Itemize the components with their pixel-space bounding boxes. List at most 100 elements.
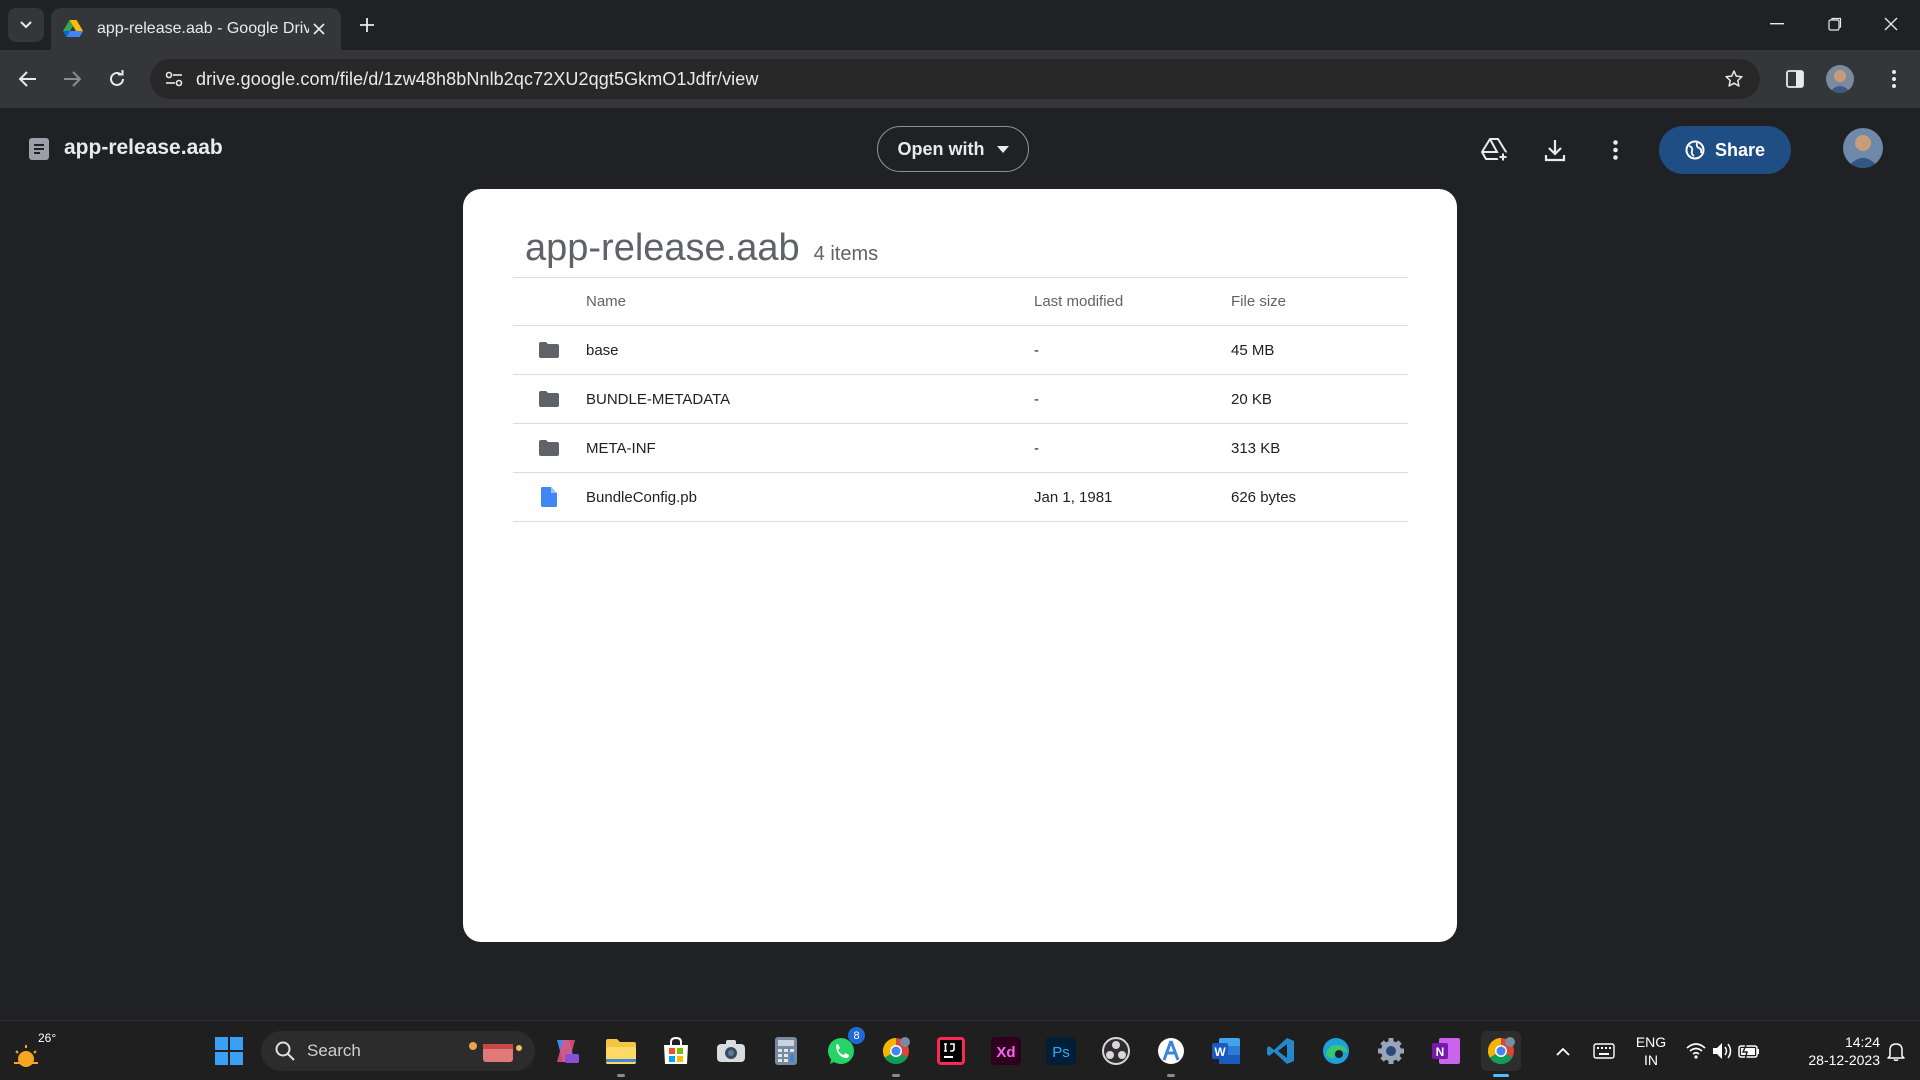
weather-temperature: 26° xyxy=(38,1031,57,1045)
more-actions-button[interactable] xyxy=(1599,134,1631,166)
side-panel-icon xyxy=(1786,70,1804,88)
weather-widget[interactable]: 26° xyxy=(10,1031,57,1071)
row-name: BUNDLE-METADATA xyxy=(586,390,731,408)
show-hidden-icons-button[interactable] xyxy=(1551,1031,1575,1071)
microsoft-store-icon[interactable] xyxy=(656,1031,696,1071)
row-last-modified: Jan 1, 1981 xyxy=(1034,488,1113,506)
browser-tab-strip: app-release.aab - Google Drive xyxy=(0,0,1920,50)
chrome-profile-icon[interactable] xyxy=(876,1031,916,1077)
input-language-indicator[interactable]: ENG IN xyxy=(1628,1033,1674,1069)
table-row[interactable]: BundleConfig.pb Jan 1, 1981 626 bytes xyxy=(513,473,1408,522)
account-avatar[interactable] xyxy=(1843,128,1883,168)
svg-text:Xd: Xd xyxy=(996,1044,1015,1061)
notification-badge: 8 xyxy=(848,1027,865,1044)
browser-menu-button[interactable] xyxy=(1878,63,1910,95)
folder-icon xyxy=(537,326,561,374)
more-vert-icon xyxy=(1612,140,1618,160)
profile-avatar[interactable] xyxy=(1826,65,1854,93)
clock-date: 28-12-2023 xyxy=(1808,1052,1880,1068)
forward-button[interactable] xyxy=(56,63,88,95)
clock[interactable]: 14:24 28-12-2023 xyxy=(1774,1033,1880,1069)
windows-logo-icon xyxy=(215,1037,243,1065)
browser-tab[interactable]: app-release.aab - Google Drive xyxy=(51,8,341,50)
drive-viewer-header: app-release.aab Open with Share xyxy=(0,108,1920,192)
adobe-xd-icon[interactable]: Xd xyxy=(986,1031,1026,1071)
add-shortcut-to-drive-button[interactable] xyxy=(1479,134,1511,166)
table-row[interactable]: BUNDLE-METADATA - 20 KB xyxy=(513,375,1408,424)
row-last-modified: - xyxy=(1034,341,1039,359)
whatsapp-icon[interactable]: 8 xyxy=(821,1027,865,1071)
archive-title: app-release.aab xyxy=(525,227,800,269)
close-window-button[interactable] xyxy=(1862,0,1920,48)
settings-icon[interactable] xyxy=(1371,1031,1411,1071)
google-chrome-icon[interactable] xyxy=(1481,1031,1521,1077)
file-name-title: app-release.aab xyxy=(64,136,223,159)
download-button[interactable] xyxy=(1539,134,1571,166)
svg-text:N: N xyxy=(1436,1045,1445,1059)
back-button[interactable] xyxy=(12,63,44,95)
touch-keyboard-icon[interactable] xyxy=(1590,1031,1618,1071)
new-tab-button[interactable] xyxy=(352,10,382,40)
column-header-name: Name xyxy=(586,293,627,310)
column-header-file-size: File size xyxy=(1231,293,1287,310)
url-text[interactable]: drive.google.com/file/d/1zw48h8bNnlb2qc7… xyxy=(196,69,1714,90)
copilot-icon[interactable] xyxy=(546,1031,586,1071)
address-bar[interactable]: drive.google.com/file/d/1zw48h8bNnlb2qc7… xyxy=(150,59,1760,99)
table-row[interactable]: META-INF - 313 KB xyxy=(513,424,1408,473)
site-info-icon[interactable] xyxy=(154,59,194,99)
svg-text:W: W xyxy=(1214,1045,1226,1059)
table-row[interactable]: base - 45 MB xyxy=(513,326,1408,375)
row-file-size: 45 MB xyxy=(1231,341,1275,359)
volume-icon xyxy=(1713,1043,1732,1059)
archive-preview-card: app-release.aab 4 items Name Last modifi… xyxy=(463,189,1457,942)
folder-icon xyxy=(537,375,561,423)
browser-toolbar: drive.google.com/file/d/1zw48h8bNnlb2qc7… xyxy=(0,50,1920,108)
clock-time: 14:24 xyxy=(1844,1034,1880,1050)
document-icon xyxy=(28,137,50,161)
archive-contents-table: Name Last modified File size base - 45 M… xyxy=(513,277,1408,522)
tab-title: app-release.aab - Google Drive xyxy=(97,20,309,37)
obs-studio-icon[interactable] xyxy=(1096,1031,1136,1071)
notifications-button[interactable] xyxy=(1876,1031,1916,1071)
microsoft-edge-icon[interactable] xyxy=(1316,1031,1356,1071)
start-button[interactable] xyxy=(209,1031,249,1071)
intellij-idea-icon[interactable] xyxy=(931,1031,971,1071)
windows-taskbar: 26° Search 8 Xd Ps W N ENG IN 14:24 28-1… xyxy=(0,1020,1920,1080)
calculator-icon[interactable] xyxy=(766,1031,806,1071)
restore-button[interactable] xyxy=(1806,0,1864,48)
camera-icon[interactable] xyxy=(711,1031,751,1071)
running-indicator xyxy=(1167,1074,1175,1077)
quick-settings-button[interactable] xyxy=(1683,1031,1763,1071)
folder-icon xyxy=(537,424,561,472)
minimize-icon xyxy=(1770,23,1784,25)
add-to-drive-icon xyxy=(1481,138,1509,163)
restore-icon xyxy=(1828,17,1842,31)
vs-code-icon[interactable] xyxy=(1261,1031,1301,1071)
file-explorer-icon[interactable] xyxy=(601,1031,641,1077)
share-button[interactable]: Share xyxy=(1659,126,1791,174)
bookmark-star-icon[interactable] xyxy=(1714,59,1754,99)
android-studio-icon[interactable] xyxy=(1151,1031,1191,1077)
photoshop-icon[interactable]: Ps xyxy=(1041,1031,1081,1071)
running-indicator xyxy=(617,1074,625,1077)
search-icon xyxy=(275,1041,295,1061)
tab-search-button[interactable] xyxy=(8,8,44,42)
language-code: ENG xyxy=(1635,1034,1667,1050)
minimize-button[interactable] xyxy=(1748,0,1806,48)
search-highlight-icon xyxy=(469,1042,522,1062)
row-file-size: 313 KB xyxy=(1231,439,1281,457)
open-with-button[interactable]: Open with xyxy=(877,126,1029,172)
arrow-right-icon xyxy=(64,71,81,87)
row-file-size: 20 KB xyxy=(1231,390,1272,408)
taskbar-search-label: Search xyxy=(307,1041,361,1060)
side-panel-button[interactable] xyxy=(1779,63,1811,95)
file-icon xyxy=(537,473,561,521)
reload-icon xyxy=(110,70,124,86)
row-last-modified: - xyxy=(1034,390,1039,408)
close-tab-icon[interactable] xyxy=(309,19,329,39)
microsoft-word-icon[interactable]: W xyxy=(1206,1031,1246,1071)
reload-button[interactable] xyxy=(101,63,133,95)
taskbar-search[interactable]: Search xyxy=(261,1031,535,1071)
onenote-icon[interactable]: N xyxy=(1426,1031,1466,1071)
row-file-size: 626 bytes xyxy=(1231,488,1297,506)
